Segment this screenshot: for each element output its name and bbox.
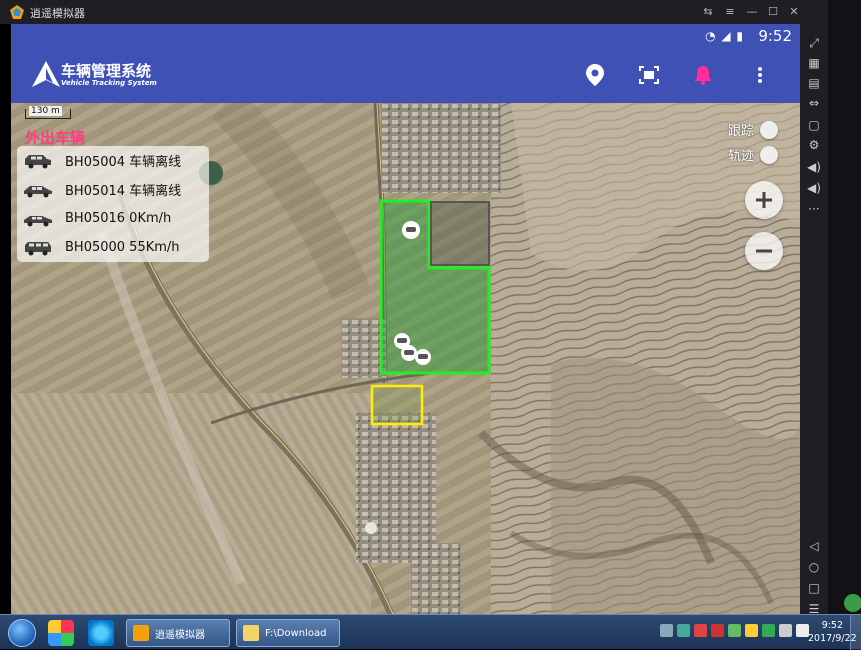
tracking-switch[interactable] [760,120,778,139]
keyboard-icon[interactable]: ▦ [805,54,823,72]
vehicle-marker[interactable] [415,349,431,365]
location-button[interactable] [581,61,609,89]
trajectory-toggle-label: 轨迹 [727,149,754,164]
emulator-maximize-button[interactable]: ☐ [765,4,781,20]
van-icon [25,241,51,255]
pinned-app-icon[interactable] [48,620,74,646]
internet-explorer-icon[interactable] [88,620,114,646]
vehicle-status: BH05000 55Km/h [65,240,180,255]
zoom-in-button[interactable] [745,181,783,219]
satellite-map[interactable]: 130 m 外出车辆 BH05004 车辆离线 BH05014 车辆离线 BH0… [11,103,800,614]
desktop-widget-icon[interactable] [844,594,861,612]
system-tray [660,624,809,637]
taskbar-explorer-label: F:\Download [265,627,327,639]
screenshot-icon[interactable]: ▤ [805,74,823,92]
tray-app-icon[interactable] [711,624,724,637]
vehicle-row[interactable]: BH05016 0Km/h [17,204,209,233]
emulator-side-toolbar: ⤢ ▦ ▤ ⇔ ▢ ⚙ ◀) ◀) ··· ◁ ○ □ ☰ [800,0,828,620]
status-time: 9:52 [758,27,792,45]
back-icon[interactable]: ◁ [805,537,823,555]
fullscreen-button[interactable] [635,61,663,89]
windows-taskbar: 逍遥模拟器 F:\Download 9:52 2017/9/22 [0,614,861,650]
emulator-minimize-button[interactable]: — [744,4,760,20]
sedan-icon [24,215,52,226]
tray-security-icon[interactable] [694,624,707,637]
trajectory-switch[interactable] [760,145,778,164]
android-status-bar: ◔ ◢ ▮ 9:52 [11,24,800,48]
tray-app-icon[interactable] [745,624,758,637]
app-bar: 车辆管理系统 Vehicle Tracking System [11,48,800,103]
status-icons: ◔ ◢ ▮ [705,29,744,43]
vehicle-row[interactable]: BH05014 车辆离线 [17,175,209,204]
tray-keyboard-icon[interactable] [660,624,673,637]
tray-network-icon[interactable] [762,624,775,637]
more-button[interactable] [746,61,774,89]
vehicle-row[interactable]: BH05004 车辆离线 [17,146,209,175]
vehicle-marker[interactable] [402,221,420,239]
map-scale-label: 130 m [29,106,62,116]
settings-icon[interactable]: ⚙ [805,136,823,154]
zoom-out-button[interactable] [745,232,783,270]
more-tools-icon[interactable]: ··· [805,200,823,218]
emulator-title-bar: 逍遥模拟器 ⇆ ≡ — ☐ ✕ ‹‹‹ [0,0,861,24]
start-button[interactable] [8,619,36,647]
suv-icon [25,154,51,168]
fullscreen-toggle-icon[interactable]: ⤢ [805,34,823,52]
volume-down-icon[interactable]: ◀) [805,179,823,197]
trajectory-toggle[interactable]: 轨迹 [728,145,778,164]
tray-app-icon[interactable] [677,624,690,637]
show-desktop-button[interactable] [850,615,861,650]
vehicle-row[interactable]: BH05000 55Km/h [17,233,209,262]
folder-icon [243,625,259,641]
vehicle-marker[interactable] [401,345,417,361]
tracking-toggle-label: 跟踪 [727,124,754,139]
vehicle-status: BH05004 车辆离线 [65,155,182,170]
outbound-vehicles-title: 外出车辆 [25,129,86,147]
minus-icon [756,249,772,253]
fullscreen-icon [639,66,659,84]
tray-display-icon[interactable] [779,624,792,637]
desktop-edge [828,0,861,620]
app-title: 车辆管理系统 [61,62,152,80]
bell-icon [695,66,711,85]
emulator-title: 逍遥模拟器 [30,7,85,20]
vehicle-status: BH05014 车辆离线 [65,184,182,199]
emulator-logo-icon [10,5,24,19]
taskbar-explorer[interactable]: F:\Download [236,619,340,647]
recents-icon[interactable]: □ [805,579,823,597]
emulator-menu-icon[interactable]: ≡ [722,4,738,20]
taskbar-emulator-label: 逍遥模拟器 [155,629,205,641]
taskbar-emulator[interactable]: 逍遥模拟器 [126,619,230,647]
tracking-toggle[interactable]: 跟踪 [728,120,778,139]
vehicle-status: BH05016 0Km/h [65,211,172,226]
location-icon [586,64,604,86]
vehicle-list: BH05004 车辆离线 BH05014 车辆离线 BH05016 0Km/h [17,146,209,262]
emulator-sync-icon[interactable]: ⇆ [700,4,716,20]
more-vert-icon [758,67,762,83]
notifications-button[interactable] [689,61,717,89]
plus-icon [756,192,772,208]
home-icon[interactable]: ○ [805,558,823,576]
tray-app-icon[interactable] [728,624,741,637]
sedan-icon [24,185,52,197]
app-logo-icon [32,61,60,87]
multi-window-icon[interactable]: ▢ [805,116,823,134]
emulator-task-icon [133,625,149,641]
volume-up-icon[interactable]: ◀) [805,158,823,176]
app-subtitle: Vehicle Tracking System [61,79,157,87]
rotate-icon[interactable]: ⇔ [805,94,823,112]
